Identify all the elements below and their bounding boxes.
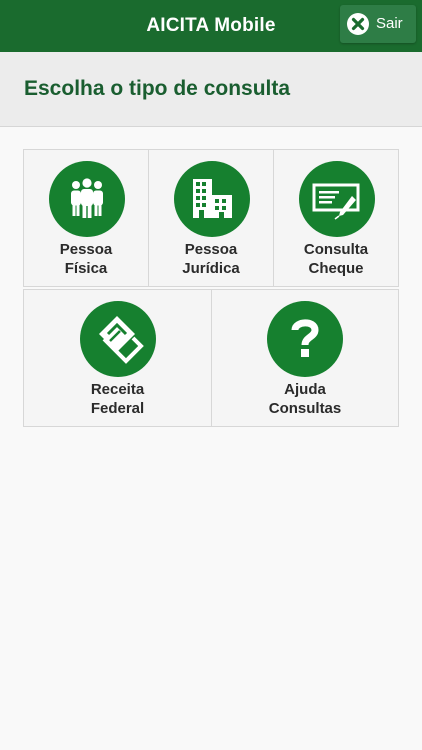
exit-button[interactable]: Sair bbox=[340, 5, 416, 43]
buildings-icon bbox=[174, 161, 250, 237]
people-icon bbox=[49, 161, 125, 237]
question-mark-icon bbox=[267, 301, 343, 377]
receita-federal-logo-icon bbox=[80, 301, 156, 377]
option-pessoa-fisica[interactable]: Pessoa Física bbox=[23, 149, 149, 287]
consultation-grid: Pessoa Física Pessoa Jurídica Consulta C… bbox=[23, 149, 399, 429]
option-label: Pessoa Jurídica bbox=[182, 241, 240, 277]
option-ajuda-consultas[interactable]: Ajuda Consultas bbox=[211, 289, 399, 427]
grid-row-2: Receita Federal Ajuda Consultas bbox=[23, 289, 399, 429]
page-title: Escolha o tipo de consulta bbox=[24, 77, 291, 100]
top-app-bar: AICITA Mobile Sair bbox=[0, 0, 422, 52]
option-consulta-cheque[interactable]: Consulta Cheque bbox=[273, 149, 399, 287]
check-pen-icon bbox=[299, 161, 375, 237]
option-label: Ajuda Consultas bbox=[268, 381, 342, 417]
option-label: Consulta Cheque bbox=[303, 241, 369, 277]
option-receita-federal[interactable]: Receita Federal bbox=[23, 289, 212, 427]
option-pessoa-juridica[interactable]: Pessoa Jurídica bbox=[148, 149, 274, 287]
close-circle-icon bbox=[347, 13, 369, 35]
option-label: Pessoa Física bbox=[59, 241, 113, 277]
grid-row-1: Pessoa Física Pessoa Jurídica Consulta C… bbox=[23, 149, 399, 289]
exit-label: Sair bbox=[376, 15, 403, 32]
subheader: Escolha o tipo de consulta bbox=[0, 52, 422, 127]
option-label: Receita Federal bbox=[90, 381, 145, 417]
